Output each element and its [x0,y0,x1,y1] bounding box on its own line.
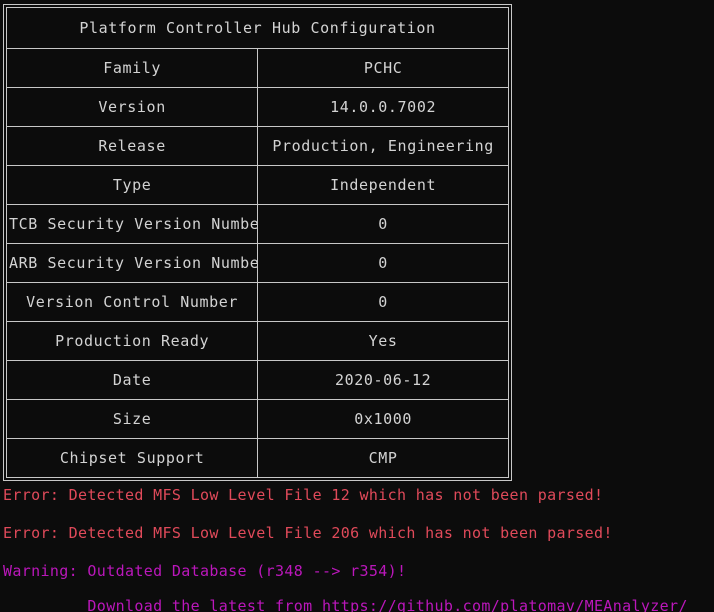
table-inner-border: Platform Controller Hub Configuration Fa… [6,7,509,478]
row-label-production-ready: Production Ready [7,321,259,361]
table-row: Size 0x1000 [7,399,509,439]
row-value-vcn: 0 [257,282,509,322]
terminal-window: Platform Controller Hub Configuration Fa… [0,0,714,612]
warning-message-download-link: Download the latest from https://github.… [3,597,688,612]
table-row: Family PCHC [7,48,509,88]
row-label-version: Version [7,87,259,127]
row-value-size: 0x1000 [257,399,509,439]
row-label-vcn: Version Control Number [7,282,259,322]
table-title-row: Platform Controller Hub Configuration [7,8,509,49]
row-label-chipset-support: Chipset Support [7,438,259,478]
row-label-size: Size [7,399,259,439]
table-title: Platform Controller Hub Configuration [7,8,509,49]
error-message-mfs-file-12: Error: Detected MFS Low Level File 12 wh… [3,486,604,504]
row-label-tcb-svn: TCB Security Version Number [7,204,259,244]
row-value-type: Independent [257,165,509,205]
pch-configuration-table: Platform Controller Hub Configuration Fa… [7,8,509,478]
row-value-arb-svn: 0 [257,243,509,283]
pch-configuration-table-box: Platform Controller Hub Configuration Fa… [3,4,512,481]
table-row: TCB Security Version Number 0 [7,204,509,244]
row-value-family: PCHC [257,48,509,88]
table-row: ARB Security Version Number 0 [7,243,509,283]
row-value-chipset-support: CMP [257,438,509,478]
row-label-release: Release [7,126,259,166]
row-value-release: Production, Engineering [257,126,509,166]
table-row: Chipset Support CMP [7,438,509,478]
row-label-family: Family [7,48,259,88]
table-row: Type Independent [7,165,509,205]
table-row: Date 2020-06-12 [7,360,509,400]
error-message-mfs-file-206: Error: Detected MFS Low Level File 206 w… [3,524,613,542]
row-label-arb-svn: ARB Security Version Number [7,243,259,283]
row-value-tcb-svn: 0 [257,204,509,244]
row-value-production-ready: Yes [257,321,509,361]
table-row: Release Production, Engineering [7,126,509,166]
table-row: Production Ready Yes [7,321,509,361]
table-row: Version Control Number 0 [7,282,509,322]
row-value-version: 14.0.0.7002 [257,87,509,127]
row-value-date: 2020-06-12 [257,360,509,400]
row-label-date: Date [7,360,259,400]
row-label-type: Type [7,165,259,205]
warning-message-outdated-database: Warning: Outdated Database (r348 --> r35… [3,562,407,580]
console-messages: Error: Detected MFS Low Level File 12 wh… [3,488,711,612]
table-body: Platform Controller Hub Configuration Fa… [7,8,509,478]
table-row: Version 14.0.0.7002 [7,87,509,127]
